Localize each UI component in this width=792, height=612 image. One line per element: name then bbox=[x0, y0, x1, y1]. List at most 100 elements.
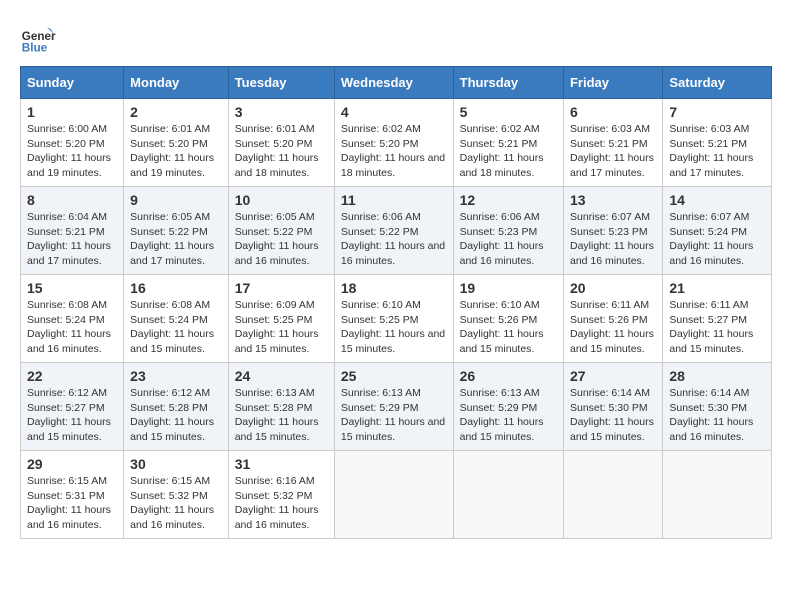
calendar-week-row: 1 Sunrise: 6:00 AMSunset: 5:20 PMDayligh… bbox=[21, 99, 772, 187]
day-info: Sunrise: 6:02 AMSunset: 5:21 PMDaylight:… bbox=[460, 123, 544, 179]
calendar-cell: 21 Sunrise: 6:11 AMSunset: 5:27 PMDaylig… bbox=[663, 275, 772, 363]
day-info: Sunrise: 6:05 AMSunset: 5:22 PMDaylight:… bbox=[130, 211, 214, 267]
calendar-cell: 29 Sunrise: 6:15 AMSunset: 5:31 PMDaylig… bbox=[21, 451, 124, 539]
day-info: Sunrise: 6:08 AMSunset: 5:24 PMDaylight:… bbox=[130, 299, 214, 355]
day-info: Sunrise: 6:11 AMSunset: 5:27 PMDaylight:… bbox=[669, 299, 753, 355]
day-info: Sunrise: 6:13 AMSunset: 5:29 PMDaylight:… bbox=[341, 387, 445, 443]
weekday-header-monday: Monday bbox=[124, 67, 229, 99]
calendar-cell: 6 Sunrise: 6:03 AMSunset: 5:21 PMDayligh… bbox=[563, 99, 662, 187]
day-info: Sunrise: 6:05 AMSunset: 5:22 PMDaylight:… bbox=[235, 211, 319, 267]
day-info: Sunrise: 6:15 AMSunset: 5:31 PMDaylight:… bbox=[27, 475, 111, 531]
day-number: 22 bbox=[27, 368, 117, 384]
day-info: Sunrise: 6:00 AMSunset: 5:20 PMDaylight:… bbox=[27, 123, 111, 179]
day-number: 21 bbox=[669, 280, 765, 296]
weekday-header-thursday: Thursday bbox=[453, 67, 563, 99]
page-header: General Blue bbox=[20, 20, 772, 56]
day-number: 3 bbox=[235, 104, 328, 120]
day-info: Sunrise: 6:09 AMSunset: 5:25 PMDaylight:… bbox=[235, 299, 319, 355]
calendar-cell: 3 Sunrise: 6:01 AMSunset: 5:20 PMDayligh… bbox=[228, 99, 334, 187]
day-number: 16 bbox=[130, 280, 222, 296]
day-number: 5 bbox=[460, 104, 557, 120]
calendar-cell: 15 Sunrise: 6:08 AMSunset: 5:24 PMDaylig… bbox=[21, 275, 124, 363]
calendar-cell: 12 Sunrise: 6:06 AMSunset: 5:23 PMDaylig… bbox=[453, 187, 563, 275]
day-info: Sunrise: 6:03 AMSunset: 5:21 PMDaylight:… bbox=[570, 123, 654, 179]
weekday-header-tuesday: Tuesday bbox=[228, 67, 334, 99]
day-info: Sunrise: 6:04 AMSunset: 5:21 PMDaylight:… bbox=[27, 211, 111, 267]
day-number: 29 bbox=[27, 456, 117, 472]
day-info: Sunrise: 6:12 AMSunset: 5:27 PMDaylight:… bbox=[27, 387, 111, 443]
day-info: Sunrise: 6:15 AMSunset: 5:32 PMDaylight:… bbox=[130, 475, 214, 531]
day-number: 1 bbox=[27, 104, 117, 120]
calendar-table: SundayMondayTuesdayWednesdayThursdayFrid… bbox=[20, 66, 772, 539]
calendar-cell: 24 Sunrise: 6:13 AMSunset: 5:28 PMDaylig… bbox=[228, 363, 334, 451]
day-number: 19 bbox=[460, 280, 557, 296]
calendar-cell: 5 Sunrise: 6:02 AMSunset: 5:21 PMDayligh… bbox=[453, 99, 563, 187]
calendar-week-row: 8 Sunrise: 6:04 AMSunset: 5:21 PMDayligh… bbox=[21, 187, 772, 275]
weekday-header-wednesday: Wednesday bbox=[334, 67, 453, 99]
calendar-cell: 25 Sunrise: 6:13 AMSunset: 5:29 PMDaylig… bbox=[334, 363, 453, 451]
day-info: Sunrise: 6:11 AMSunset: 5:26 PMDaylight:… bbox=[570, 299, 654, 355]
calendar-cell: 30 Sunrise: 6:15 AMSunset: 5:32 PMDaylig… bbox=[124, 451, 229, 539]
weekday-header-saturday: Saturday bbox=[663, 67, 772, 99]
day-info: Sunrise: 6:12 AMSunset: 5:28 PMDaylight:… bbox=[130, 387, 214, 443]
day-info: Sunrise: 6:16 AMSunset: 5:32 PMDaylight:… bbox=[235, 475, 319, 531]
calendar-cell: 17 Sunrise: 6:09 AMSunset: 5:25 PMDaylig… bbox=[228, 275, 334, 363]
day-number: 10 bbox=[235, 192, 328, 208]
day-number: 24 bbox=[235, 368, 328, 384]
calendar-cell bbox=[563, 451, 662, 539]
calendar-cell: 27 Sunrise: 6:14 AMSunset: 5:30 PMDaylig… bbox=[563, 363, 662, 451]
day-number: 11 bbox=[341, 192, 447, 208]
day-info: Sunrise: 6:06 AMSunset: 5:22 PMDaylight:… bbox=[341, 211, 445, 267]
calendar-cell: 23 Sunrise: 6:12 AMSunset: 5:28 PMDaylig… bbox=[124, 363, 229, 451]
day-info: Sunrise: 6:08 AMSunset: 5:24 PMDaylight:… bbox=[27, 299, 111, 355]
day-number: 18 bbox=[341, 280, 447, 296]
calendar-cell: 14 Sunrise: 6:07 AMSunset: 5:24 PMDaylig… bbox=[663, 187, 772, 275]
day-number: 23 bbox=[130, 368, 222, 384]
calendar-cell: 10 Sunrise: 6:05 AMSunset: 5:22 PMDaylig… bbox=[228, 187, 334, 275]
calendar-cell: 19 Sunrise: 6:10 AMSunset: 5:26 PMDaylig… bbox=[453, 275, 563, 363]
day-info: Sunrise: 6:07 AMSunset: 5:24 PMDaylight:… bbox=[669, 211, 753, 267]
calendar-cell: 7 Sunrise: 6:03 AMSunset: 5:21 PMDayligh… bbox=[663, 99, 772, 187]
day-number: 14 bbox=[669, 192, 765, 208]
calendar-cell: 2 Sunrise: 6:01 AMSunset: 5:20 PMDayligh… bbox=[124, 99, 229, 187]
logo-icon: General Blue bbox=[20, 20, 56, 56]
day-info: Sunrise: 6:10 AMSunset: 5:26 PMDaylight:… bbox=[460, 299, 544, 355]
logo: General Blue bbox=[20, 20, 56, 56]
weekday-header-friday: Friday bbox=[563, 67, 662, 99]
day-info: Sunrise: 6:13 AMSunset: 5:29 PMDaylight:… bbox=[460, 387, 544, 443]
day-number: 31 bbox=[235, 456, 328, 472]
day-info: Sunrise: 6:01 AMSunset: 5:20 PMDaylight:… bbox=[235, 123, 319, 179]
day-number: 6 bbox=[570, 104, 656, 120]
day-number: 27 bbox=[570, 368, 656, 384]
calendar-cell: 20 Sunrise: 6:11 AMSunset: 5:26 PMDaylig… bbox=[563, 275, 662, 363]
calendar-cell: 18 Sunrise: 6:10 AMSunset: 5:25 PMDaylig… bbox=[334, 275, 453, 363]
day-number: 12 bbox=[460, 192, 557, 208]
day-number: 15 bbox=[27, 280, 117, 296]
calendar-week-row: 22 Sunrise: 6:12 AMSunset: 5:27 PMDaylig… bbox=[21, 363, 772, 451]
calendar-cell: 13 Sunrise: 6:07 AMSunset: 5:23 PMDaylig… bbox=[563, 187, 662, 275]
calendar-cell bbox=[453, 451, 563, 539]
calendar-cell: 26 Sunrise: 6:13 AMSunset: 5:29 PMDaylig… bbox=[453, 363, 563, 451]
calendar-cell bbox=[334, 451, 453, 539]
calendar-cell: 16 Sunrise: 6:08 AMSunset: 5:24 PMDaylig… bbox=[124, 275, 229, 363]
calendar-cell: 31 Sunrise: 6:16 AMSunset: 5:32 PMDaylig… bbox=[228, 451, 334, 539]
calendar-cell: 28 Sunrise: 6:14 AMSunset: 5:30 PMDaylig… bbox=[663, 363, 772, 451]
day-number: 25 bbox=[341, 368, 447, 384]
day-number: 2 bbox=[130, 104, 222, 120]
day-number: 26 bbox=[460, 368, 557, 384]
calendar-cell: 9 Sunrise: 6:05 AMSunset: 5:22 PMDayligh… bbox=[124, 187, 229, 275]
calendar-cell: 1 Sunrise: 6:00 AMSunset: 5:20 PMDayligh… bbox=[21, 99, 124, 187]
day-info: Sunrise: 6:07 AMSunset: 5:23 PMDaylight:… bbox=[570, 211, 654, 267]
calendar-week-row: 29 Sunrise: 6:15 AMSunset: 5:31 PMDaylig… bbox=[21, 451, 772, 539]
day-number: 28 bbox=[669, 368, 765, 384]
weekday-header-row: SundayMondayTuesdayWednesdayThursdayFrid… bbox=[21, 67, 772, 99]
calendar-week-row: 15 Sunrise: 6:08 AMSunset: 5:24 PMDaylig… bbox=[21, 275, 772, 363]
calendar-cell: 4 Sunrise: 6:02 AMSunset: 5:20 PMDayligh… bbox=[334, 99, 453, 187]
svg-text:Blue: Blue bbox=[22, 42, 48, 55]
day-number: 17 bbox=[235, 280, 328, 296]
calendar-cell: 22 Sunrise: 6:12 AMSunset: 5:27 PMDaylig… bbox=[21, 363, 124, 451]
day-info: Sunrise: 6:01 AMSunset: 5:20 PMDaylight:… bbox=[130, 123, 214, 179]
day-info: Sunrise: 6:13 AMSunset: 5:28 PMDaylight:… bbox=[235, 387, 319, 443]
day-info: Sunrise: 6:06 AMSunset: 5:23 PMDaylight:… bbox=[460, 211, 544, 267]
day-number: 4 bbox=[341, 104, 447, 120]
